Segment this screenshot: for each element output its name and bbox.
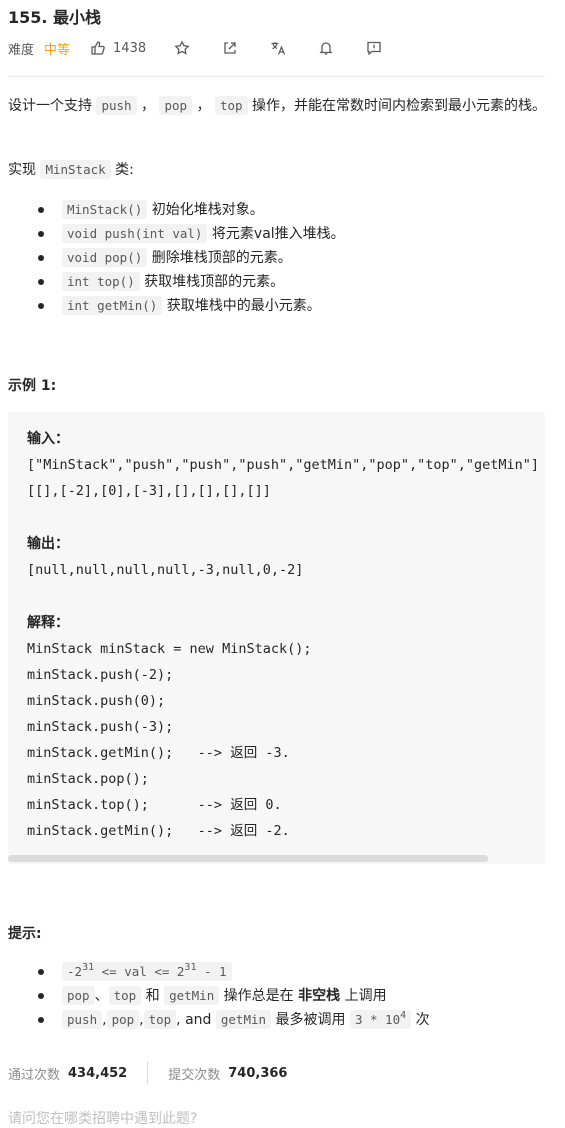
method-description: 获取堆栈顶部的元素。 <box>139 274 285 290</box>
stats-divider <box>147 1062 149 1084</box>
bold-text: 非空栈 <box>298 988 341 1004</box>
input-label: 输入： <box>27 430 69 446</box>
code-getmin: getMin <box>215 1010 272 1029</box>
code-push: push <box>62 1010 103 1029</box>
description-text: 操作，并能在常数时间内检索到最小元素的栈。 <box>247 98 546 114</box>
bell-icon <box>319 42 333 55</box>
problem-title: 155. 最小栈 <box>8 8 102 27</box>
description-text: 设计一个支持 <box>8 98 97 114</box>
list-item: pop、 top 和 getMin 操作总是在 非空栈 上调用 <box>38 984 430 1008</box>
like-button[interactable]: 1438 <box>90 40 146 56</box>
hints-heading: 提示: <box>8 926 42 942</box>
feedback-button[interactable] <box>366 40 382 56</box>
share-icon <box>224 42 236 54</box>
difficulty-badge: 中等 <box>44 42 71 58</box>
description-text: 类: <box>110 162 134 178</box>
explain-line: MinStack minStack = new MinStack(); <box>27 641 312 657</box>
problem-description: 设计一个支持 push ， pop ， top 操作，并能在常数时间内检索到最小… <box>8 94 548 118</box>
star-icon <box>174 40 190 55</box>
implement-line: 实现 MinStack 类: <box>8 158 548 182</box>
favorite-button[interactable] <box>174 40 190 56</box>
code-pop: pop <box>159 96 193 115</box>
code-pop: pop <box>106 1010 140 1029</box>
code-minstack: MinStack <box>40 160 111 179</box>
method-signature: void pop() <box>62 248 148 267</box>
explain-line: minStack.getMin(); --> 返回 -3. <box>27 745 290 761</box>
submission-stats: 通过次数 434,452 提交次数 740,366 <box>8 1062 287 1084</box>
list-item: int getMin() 获取堆栈中的最小元素。 <box>38 294 345 318</box>
list-item: void pop() 删除堆栈顶部的元素。 <box>38 246 345 270</box>
difficulty-label: 难度 <box>8 42 35 58</box>
description-text: ， <box>192 98 215 114</box>
code-top: top <box>108 986 142 1005</box>
method-description: 获取堆栈中的最小元素。 <box>162 298 321 314</box>
list-item: -231 <= val <= 231 - 1 <box>38 960 430 984</box>
explain-line: minStack.push(0); <box>27 693 166 709</box>
accepted-count: 434,452 <box>68 1065 128 1081</box>
list-item: MinStack() 初始化堆栈对象。 <box>38 198 345 222</box>
example-code-block[interactable]: 输入： ["MinStack","push","push","push","ge… <box>8 412 545 864</box>
code-pop: pop <box>62 986 95 1005</box>
method-signature: MinStack() <box>62 200 148 219</box>
explain-line: minStack.getMin(); --> 返回 -2. <box>27 823 290 839</box>
translate-button[interactable] <box>270 40 286 56</box>
description-text: 实现 <box>8 162 41 178</box>
accepted-label: 通过次数 <box>8 1067 61 1083</box>
like-count: 1438 <box>113 40 147 56</box>
hints-list: -231 <= val <= 231 - 1 pop、 top 和 getMin … <box>8 960 430 1032</box>
call-limit-code: 3 * 104 <box>349 1010 412 1029</box>
method-description: 将元素val推入堆栈。 <box>207 226 345 242</box>
subscribe-button[interactable] <box>318 40 334 56</box>
thumbs-up-icon <box>91 41 105 55</box>
example-heading: 示例 1: <box>8 378 57 394</box>
problem-meta-bar: 难度 中等 1438 <box>8 37 382 59</box>
description-text: ， <box>136 98 160 114</box>
explain-line: minStack.pop(); <box>27 771 149 787</box>
share-button[interactable] <box>222 40 238 56</box>
method-signature: int getMin() <box>62 296 163 315</box>
methods-list: MinStack() 初始化堆栈对象。 void push(int val) 将… <box>8 198 345 318</box>
submitted-count: 740,366 <box>228 1065 288 1081</box>
input-line-2: [[],[-2],[0],[-3],[],[],[],[]] <box>27 483 271 499</box>
example-pre: 输入： ["MinStack","push","push","push","ge… <box>27 425 539 844</box>
list-item: int top() 获取堆栈顶部的元素。 <box>38 270 345 294</box>
explain-label: 解释： <box>27 614 69 630</box>
list-item: void push(int val) 将元素val推入堆栈。 <box>38 222 345 246</box>
code-top: top <box>143 1010 177 1029</box>
explain-line: minStack.top(); --> 返回 0. <box>27 797 282 813</box>
explain-line: minStack.push(-2); <box>27 667 174 683</box>
constraint-code: -231 <= val <= 231 - 1 <box>62 962 232 981</box>
output-line: [null,null,null,null,-3,null,0,-2] <box>27 562 304 578</box>
feedback-icon <box>367 41 381 56</box>
method-description: 初始化堆栈对象。 <box>147 202 264 218</box>
interview-question-prompt[interactable]: 请问您在哪类招聘中遇到此题? <box>8 1108 197 1128</box>
output-label: 输出： <box>27 535 69 551</box>
input-line-1: ["MinStack","push","push","push","getMin… <box>27 457 540 473</box>
method-signature: int top() <box>62 272 140 291</box>
method-signature: void push(int val) <box>62 224 208 243</box>
submitted-label: 提交次数 <box>168 1067 221 1083</box>
translate-icon <box>271 42 286 55</box>
method-description: 删除堆栈顶部的元素。 <box>147 250 292 266</box>
horizontal-scrollbar[interactable] <box>8 855 488 862</box>
list-item: push, pop, top, and getMin 最多被调用 3 * 104 次 <box>38 1008 430 1032</box>
code-top: top <box>214 96 248 115</box>
code-getmin: getMin <box>164 986 220 1005</box>
explain-line: minStack.push(-3); <box>27 719 174 735</box>
code-push: push <box>96 96 137 115</box>
header-divider <box>8 76 545 77</box>
